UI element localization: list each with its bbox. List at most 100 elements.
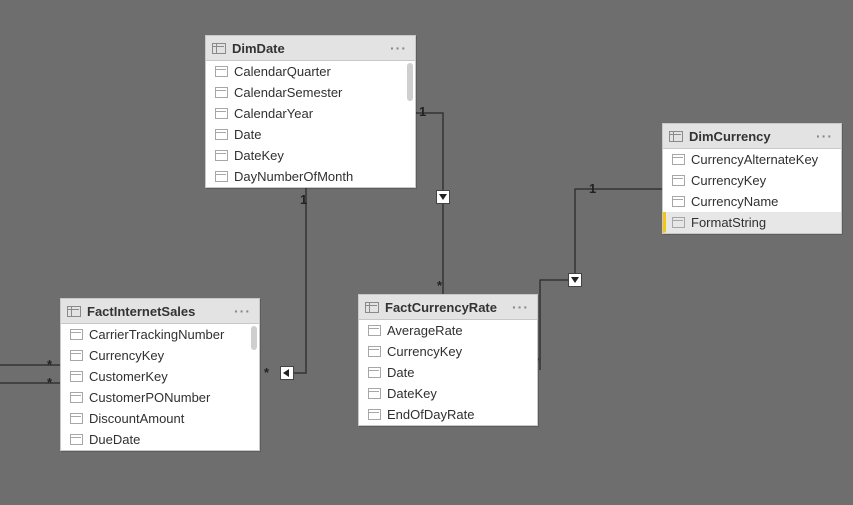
table-title: DimCurrency: [689, 129, 816, 144]
column-label: CalendarQuarter: [234, 64, 409, 79]
column-icon: [671, 154, 685, 165]
column-label: DateKey: [234, 148, 409, 163]
table-icon: [669, 131, 683, 142]
column-icon: [69, 413, 83, 424]
more-icon[interactable]: ···: [390, 40, 409, 56]
column-item[interactable]: CustomerKey: [61, 366, 259, 387]
cardinality-many: *: [47, 375, 52, 390]
column-icon: [367, 325, 381, 336]
table-header[interactable]: FactInternetSales ···: [61, 299, 259, 324]
column-list: CalendarQuarter CalendarSemester Calenda…: [206, 61, 415, 187]
column-item[interactable]: CurrencyKey: [61, 345, 259, 366]
column-icon: [214, 108, 228, 119]
cardinality-one: 1: [300, 192, 307, 207]
column-label: CalendarSemester: [234, 85, 409, 100]
column-label: Date: [387, 365, 531, 380]
column-item-selected[interactable]: FormatString: [663, 212, 841, 233]
column-label: EndOfDayRate: [387, 407, 531, 422]
table-icon: [212, 43, 226, 54]
cardinality-many: *: [47, 357, 52, 372]
column-list: AverageRate CurrencyKey Date DateKey End…: [359, 320, 537, 425]
column-item[interactable]: EndOfDayRate: [359, 404, 537, 425]
column-icon: [214, 87, 228, 98]
table-title: FactInternetSales: [87, 304, 234, 319]
column-list: CarrierTrackingNumber CurrencyKey Custom…: [61, 324, 259, 450]
scrollbar[interactable]: [251, 326, 257, 350]
cardinality-many: *: [264, 365, 269, 380]
column-item[interactable]: CurrencyKey: [663, 170, 841, 191]
column-icon: [69, 434, 83, 445]
table-header[interactable]: FactCurrencyRate ···: [359, 295, 537, 320]
column-icon: [367, 346, 381, 357]
table-title: DimDate: [232, 41, 390, 56]
column-item[interactable]: Date: [359, 362, 537, 383]
column-list: CurrencyAlternateKey CurrencyKey Currenc…: [663, 149, 841, 233]
column-item[interactable]: Date: [206, 124, 415, 145]
column-icon: [671, 196, 685, 207]
column-icon: [214, 171, 228, 182]
column-label: CurrencyAlternateKey: [691, 152, 835, 167]
cardinality-one: 1: [589, 181, 596, 196]
column-icon: [367, 388, 381, 399]
column-icon: [367, 409, 381, 420]
table-title: FactCurrencyRate: [385, 300, 512, 315]
column-icon: [69, 392, 83, 403]
column-label: AverageRate: [387, 323, 531, 338]
column-item[interactable]: DayNumberOfMonth: [206, 166, 415, 187]
column-label: CalendarYear: [234, 106, 409, 121]
filter-direction-icon: [568, 273, 582, 287]
column-icon: [214, 150, 228, 161]
column-item[interactable]: CalendarSemester: [206, 82, 415, 103]
table-dimcurrency[interactable]: DimCurrency ··· CurrencyAlternateKey Cur…: [662, 123, 842, 234]
column-item[interactable]: DueDate: [61, 429, 259, 450]
scrollbar[interactable]: [407, 63, 413, 101]
column-item[interactable]: CalendarYear: [206, 103, 415, 124]
column-icon: [69, 350, 83, 361]
table-header[interactable]: DimCurrency ···: [663, 124, 841, 149]
column-label: CurrencyKey: [691, 173, 835, 188]
column-label: CarrierTrackingNumber: [89, 327, 253, 342]
table-dimdate[interactable]: DimDate ··· CalendarQuarter CalendarSeme…: [205, 35, 416, 188]
table-icon: [365, 302, 379, 313]
more-icon[interactable]: ···: [816, 128, 835, 144]
column-icon: [671, 217, 685, 228]
column-item[interactable]: CarrierTrackingNumber: [61, 324, 259, 345]
column-label: DueDate: [89, 432, 253, 447]
column-item[interactable]: CustomerPONumber: [61, 387, 259, 408]
more-icon[interactable]: ···: [234, 303, 253, 319]
table-header[interactable]: DimDate ···: [206, 36, 415, 61]
column-item[interactable]: DateKey: [359, 383, 537, 404]
column-label: FormatString: [691, 215, 835, 230]
column-item[interactable]: CalendarQuarter: [206, 61, 415, 82]
table-icon: [67, 306, 81, 317]
cardinality-many: *: [437, 278, 442, 293]
column-label: DayNumberOfMonth: [234, 169, 409, 184]
column-icon: [214, 129, 228, 140]
column-label: Date: [234, 127, 409, 142]
column-item[interactable]: CurrencyName: [663, 191, 841, 212]
column-icon: [671, 175, 685, 186]
column-label: CurrencyName: [691, 194, 835, 209]
model-canvas[interactable]: 1 * 1 * 1 * * * DimDate ··· CalendarQuar…: [0, 0, 853, 505]
column-item[interactable]: DateKey: [206, 145, 415, 166]
filter-direction-icon: [436, 190, 450, 204]
table-factinternetsales[interactable]: FactInternetSales ··· CarrierTrackingNum…: [60, 298, 260, 451]
column-item[interactable]: DiscountAmount: [61, 408, 259, 429]
filter-direction-icon: [280, 366, 294, 380]
column-label: CustomerPONumber: [89, 390, 253, 405]
column-icon: [69, 329, 83, 340]
column-label: DateKey: [387, 386, 531, 401]
column-icon: [367, 367, 381, 378]
more-icon[interactable]: ···: [512, 299, 531, 315]
cardinality-one: 1: [419, 104, 426, 119]
table-factcurrencyrate[interactable]: FactCurrencyRate ··· AverageRate Currenc…: [358, 294, 538, 426]
column-icon: [214, 66, 228, 77]
column-item[interactable]: CurrencyAlternateKey: [663, 149, 841, 170]
column-icon: [69, 371, 83, 382]
column-label: DiscountAmount: [89, 411, 253, 426]
column-label: CustomerKey: [89, 369, 253, 384]
column-item[interactable]: AverageRate: [359, 320, 537, 341]
column-item[interactable]: CurrencyKey: [359, 341, 537, 362]
column-label: CurrencyKey: [89, 348, 253, 363]
column-label: CurrencyKey: [387, 344, 531, 359]
